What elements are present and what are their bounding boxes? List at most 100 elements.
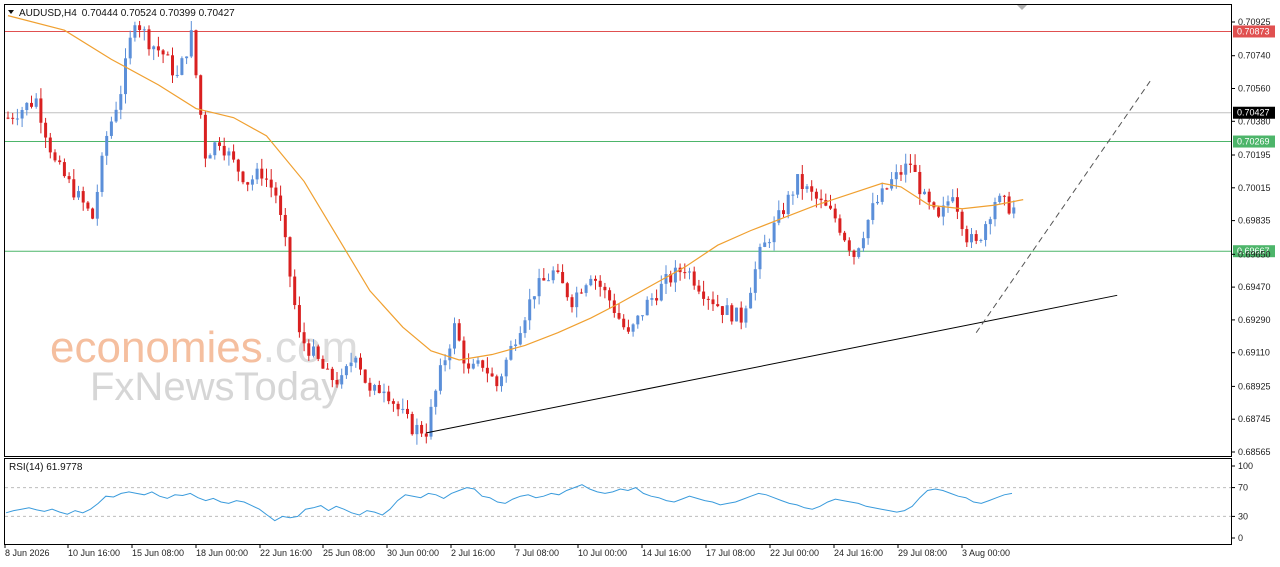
candle bbox=[471, 358, 475, 370]
candle bbox=[481, 359, 485, 372]
candle bbox=[706, 296, 710, 310]
candle bbox=[819, 189, 823, 209]
candle bbox=[67, 172, 71, 184]
candle bbox=[316, 344, 320, 362]
candle bbox=[923, 188, 926, 195]
candle bbox=[608, 287, 612, 309]
candle bbox=[297, 296, 301, 338]
candle bbox=[269, 169, 273, 198]
candle bbox=[500, 373, 503, 392]
candle bbox=[128, 30, 132, 65]
rsi-layer: 100 70 30 0 bbox=[5, 461, 1253, 543]
candle bbox=[283, 208, 287, 247]
rsi-tick-label: 70 bbox=[1238, 483, 1248, 493]
ohlc-values: 0.70444 0.70524 0.70399 0.70427 bbox=[82, 8, 235, 19]
candle bbox=[753, 261, 757, 301]
candle bbox=[725, 298, 729, 316]
rsi-tick-label: 30 bbox=[1238, 511, 1248, 521]
candle bbox=[396, 401, 400, 417]
candle bbox=[509, 340, 513, 361]
candle bbox=[584, 283, 588, 297]
candle bbox=[152, 45, 156, 61]
candle bbox=[438, 358, 442, 395]
candle bbox=[53, 149, 57, 163]
candle bbox=[636, 314, 640, 329]
candle bbox=[227, 147, 231, 166]
candle bbox=[697, 279, 701, 295]
candle bbox=[570, 294, 574, 313]
time-tick-label: 30 Jun 00:00 bbox=[387, 548, 439, 558]
candle bbox=[203, 111, 207, 168]
candle bbox=[15, 108, 19, 126]
scroll-indicator-icon[interactable] bbox=[1017, 5, 1027, 10]
candle bbox=[594, 275, 597, 290]
candle bbox=[293, 269, 297, 310]
candle bbox=[542, 268, 546, 281]
candle bbox=[406, 400, 409, 419]
candle bbox=[377, 380, 381, 394]
time-tick-label: 22 Jun 16:00 bbox=[260, 548, 312, 558]
candle bbox=[678, 263, 682, 281]
candle bbox=[175, 65, 179, 78]
candle bbox=[91, 207, 95, 220]
candle bbox=[213, 141, 217, 160]
candle bbox=[189, 21, 193, 59]
time-tick-label: 18 Jun 00:00 bbox=[196, 548, 248, 558]
time-tick-label: 22 Jul 00:00 bbox=[770, 548, 819, 558]
steep-trendline[interactable] bbox=[975, 80, 1151, 333]
candle bbox=[965, 225, 969, 248]
candle bbox=[852, 249, 856, 265]
candle bbox=[373, 383, 377, 396]
candle bbox=[622, 314, 626, 330]
candle bbox=[786, 191, 790, 219]
symbol-dropdown-icon[interactable] bbox=[8, 10, 14, 14]
candle bbox=[941, 196, 945, 226]
candle bbox=[908, 154, 912, 173]
candle bbox=[626, 319, 630, 334]
candle bbox=[232, 144, 236, 163]
candle bbox=[974, 230, 978, 245]
candle bbox=[443, 354, 447, 372]
candle bbox=[631, 323, 635, 337]
candle bbox=[955, 188, 959, 220]
candle bbox=[119, 85, 123, 120]
candle bbox=[58, 155, 62, 165]
candle bbox=[824, 193, 828, 207]
candle bbox=[669, 270, 673, 287]
candle bbox=[114, 101, 118, 123]
candle bbox=[857, 247, 861, 259]
rsi-panel-frame bbox=[4, 458, 1232, 545]
watermark-sub: FxNewsToday bbox=[90, 365, 341, 409]
candle bbox=[998, 193, 1002, 204]
candle bbox=[255, 162, 259, 184]
candle bbox=[424, 423, 428, 444]
candle bbox=[579, 288, 583, 294]
candle bbox=[617, 303, 621, 320]
candle bbox=[274, 182, 278, 204]
candle bbox=[589, 275, 593, 287]
candle bbox=[777, 200, 781, 226]
candle bbox=[199, 74, 203, 119]
candle bbox=[735, 307, 738, 322]
price-tick-label: 0.69835 bbox=[1238, 216, 1271, 226]
candle bbox=[236, 158, 240, 182]
candle bbox=[767, 238, 771, 249]
candle bbox=[34, 93, 38, 109]
candle bbox=[970, 228, 973, 248]
candle bbox=[885, 187, 889, 190]
candle bbox=[645, 296, 649, 316]
candle bbox=[218, 137, 221, 151]
chart-canvas: economies.com FxNewsToday 0.70873 0.70269… bbox=[4, 4, 1275, 558]
candle bbox=[603, 282, 607, 299]
price-tick-label: 0.70925 bbox=[1238, 17, 1271, 27]
time-tick-label: 10 Jun 16:00 bbox=[68, 548, 120, 558]
candle bbox=[551, 266, 555, 284]
rsi-line bbox=[5, 484, 1013, 522]
candle bbox=[739, 301, 743, 330]
candle bbox=[904, 153, 908, 183]
candle bbox=[993, 197, 997, 227]
candle bbox=[81, 186, 85, 211]
candle bbox=[359, 353, 362, 376]
candle bbox=[556, 263, 560, 274]
candle bbox=[410, 411, 414, 436]
